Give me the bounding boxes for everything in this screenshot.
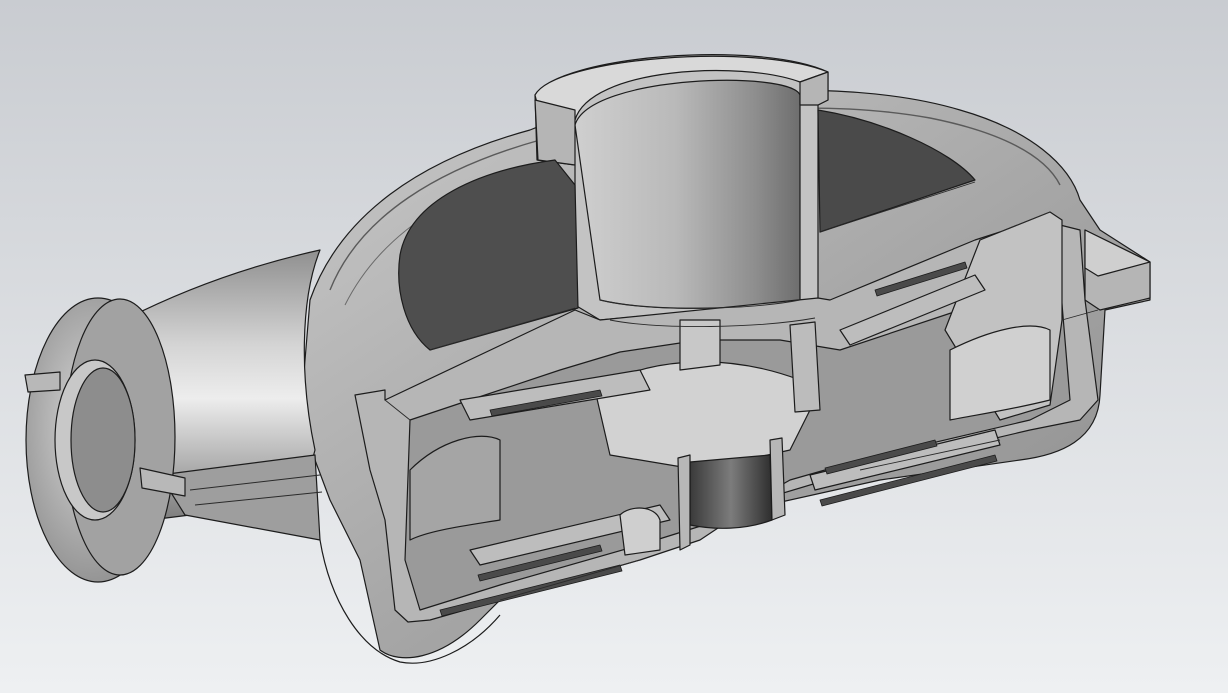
discharge-nozzle-bore <box>574 79 801 309</box>
shaft-bore <box>689 454 773 529</box>
center-rib-2 <box>789 321 821 413</box>
cad-viewport[interactable] <box>0 0 1228 693</box>
pump-housing-section-view <box>0 0 1228 693</box>
lower-pocket <box>619 507 661 556</box>
center-rib <box>679 319 721 371</box>
inlet-bore-inner <box>70 367 136 513</box>
